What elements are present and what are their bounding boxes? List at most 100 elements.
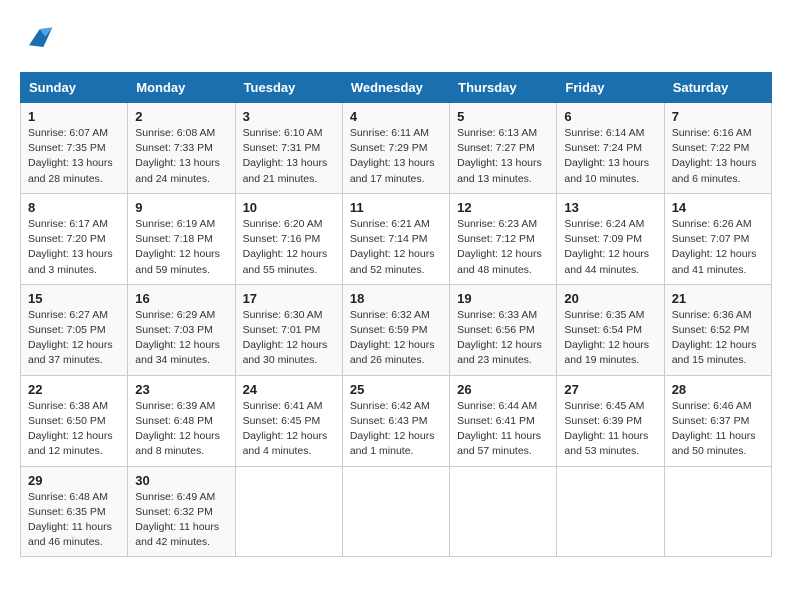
col-monday: Monday — [128, 73, 235, 103]
table-row — [342, 466, 449, 557]
day-info: Sunrise: 6:45 AMSunset: 6:39 PMDaylight:… — [564, 400, 648, 458]
table-row: 7 Sunrise: 6:16 AMSunset: 7:22 PMDayligh… — [664, 103, 771, 194]
day-info: Sunrise: 6:20 AMSunset: 7:16 PMDaylight:… — [243, 218, 328, 276]
day-info: Sunrise: 6:44 AMSunset: 6:41 PMDaylight:… — [457, 400, 541, 458]
calendar-week-row: 22 Sunrise: 6:38 AMSunset: 6:50 PMDaylig… — [21, 375, 772, 466]
col-wednesday: Wednesday — [342, 73, 449, 103]
day-number: 19 — [457, 291, 549, 306]
table-row: 3 Sunrise: 6:10 AMSunset: 7:31 PMDayligh… — [235, 103, 342, 194]
table-row: 8 Sunrise: 6:17 AMSunset: 7:20 PMDayligh… — [21, 193, 128, 284]
col-saturday: Saturday — [664, 73, 771, 103]
table-row — [235, 466, 342, 557]
table-row: 16 Sunrise: 6:29 AMSunset: 7:03 PMDaylig… — [128, 284, 235, 375]
day-number: 6 — [564, 109, 656, 124]
calendar-week-row: 29 Sunrise: 6:48 AMSunset: 6:35 PMDaylig… — [21, 466, 772, 557]
calendar-table: Sunday Monday Tuesday Wednesday Thursday… — [20, 72, 772, 557]
day-info: Sunrise: 6:29 AMSunset: 7:03 PMDaylight:… — [135, 309, 220, 367]
day-number: 15 — [28, 291, 120, 306]
day-info: Sunrise: 6:21 AMSunset: 7:14 PMDaylight:… — [350, 218, 435, 276]
day-info: Sunrise: 6:32 AMSunset: 6:59 PMDaylight:… — [350, 309, 435, 367]
day-info: Sunrise: 6:19 AMSunset: 7:18 PMDaylight:… — [135, 218, 220, 276]
table-row: 22 Sunrise: 6:38 AMSunset: 6:50 PMDaylig… — [21, 375, 128, 466]
table-row: 5 Sunrise: 6:13 AMSunset: 7:27 PMDayligh… — [450, 103, 557, 194]
table-row: 24 Sunrise: 6:41 AMSunset: 6:45 PMDaylig… — [235, 375, 342, 466]
table-row: 27 Sunrise: 6:45 AMSunset: 6:39 PMDaylig… — [557, 375, 664, 466]
table-row: 14 Sunrise: 6:26 AMSunset: 7:07 PMDaylig… — [664, 193, 771, 284]
day-info: Sunrise: 6:30 AMSunset: 7:01 PMDaylight:… — [243, 309, 328, 367]
table-row: 25 Sunrise: 6:42 AMSunset: 6:43 PMDaylig… — [342, 375, 449, 466]
day-number: 9 — [135, 200, 227, 215]
day-info: Sunrise: 6:49 AMSunset: 6:32 PMDaylight:… — [135, 491, 219, 549]
day-info: Sunrise: 6:27 AMSunset: 7:05 PMDaylight:… — [28, 309, 113, 367]
day-info: Sunrise: 6:14 AMSunset: 7:24 PMDaylight:… — [564, 127, 649, 185]
day-info: Sunrise: 6:17 AMSunset: 7:20 PMDaylight:… — [28, 218, 113, 276]
table-row: 11 Sunrise: 6:21 AMSunset: 7:14 PMDaylig… — [342, 193, 449, 284]
day-info: Sunrise: 6:42 AMSunset: 6:43 PMDaylight:… — [350, 400, 435, 458]
calendar-week-row: 15 Sunrise: 6:27 AMSunset: 7:05 PMDaylig… — [21, 284, 772, 375]
day-info: Sunrise: 6:48 AMSunset: 6:35 PMDaylight:… — [28, 491, 112, 549]
day-info: Sunrise: 6:46 AMSunset: 6:37 PMDaylight:… — [672, 400, 756, 458]
table-row — [450, 466, 557, 557]
day-number: 1 — [28, 109, 120, 124]
table-row: 30 Sunrise: 6:49 AMSunset: 6:32 PMDaylig… — [128, 466, 235, 557]
table-row — [557, 466, 664, 557]
day-number: 29 — [28, 473, 120, 488]
table-row: 20 Sunrise: 6:35 AMSunset: 6:54 PMDaylig… — [557, 284, 664, 375]
day-number: 3 — [243, 109, 335, 124]
day-info: Sunrise: 6:38 AMSunset: 6:50 PMDaylight:… — [28, 400, 113, 458]
day-info: Sunrise: 6:11 AMSunset: 7:29 PMDaylight:… — [350, 127, 435, 185]
day-number: 22 — [28, 382, 120, 397]
calendar-week-row: 8 Sunrise: 6:17 AMSunset: 7:20 PMDayligh… — [21, 193, 772, 284]
day-info: Sunrise: 6:41 AMSunset: 6:45 PMDaylight:… — [243, 400, 328, 458]
table-row: 21 Sunrise: 6:36 AMSunset: 6:52 PMDaylig… — [664, 284, 771, 375]
table-row: 15 Sunrise: 6:27 AMSunset: 7:05 PMDaylig… — [21, 284, 128, 375]
logo-icon — [20, 20, 56, 56]
day-number: 13 — [564, 200, 656, 215]
table-row: 13 Sunrise: 6:24 AMSunset: 7:09 PMDaylig… — [557, 193, 664, 284]
day-number: 5 — [457, 109, 549, 124]
day-number: 10 — [243, 200, 335, 215]
table-row: 9 Sunrise: 6:19 AMSunset: 7:18 PMDayligh… — [128, 193, 235, 284]
day-number: 11 — [350, 200, 442, 215]
day-number: 23 — [135, 382, 227, 397]
day-number: 17 — [243, 291, 335, 306]
table-row: 19 Sunrise: 6:33 AMSunset: 6:56 PMDaylig… — [450, 284, 557, 375]
table-row: 17 Sunrise: 6:30 AMSunset: 7:01 PMDaylig… — [235, 284, 342, 375]
day-info: Sunrise: 6:39 AMSunset: 6:48 PMDaylight:… — [135, 400, 220, 458]
day-info: Sunrise: 6:35 AMSunset: 6:54 PMDaylight:… — [564, 309, 649, 367]
day-info: Sunrise: 6:33 AMSunset: 6:56 PMDaylight:… — [457, 309, 542, 367]
table-row: 28 Sunrise: 6:46 AMSunset: 6:37 PMDaylig… — [664, 375, 771, 466]
logo — [20, 20, 60, 56]
table-row: 2 Sunrise: 6:08 AMSunset: 7:33 PMDayligh… — [128, 103, 235, 194]
day-info: Sunrise: 6:07 AMSunset: 7:35 PMDaylight:… — [28, 127, 113, 185]
day-number: 7 — [672, 109, 764, 124]
day-info: Sunrise: 6:08 AMSunset: 7:33 PMDaylight:… — [135, 127, 220, 185]
table-row: 10 Sunrise: 6:20 AMSunset: 7:16 PMDaylig… — [235, 193, 342, 284]
day-number: 12 — [457, 200, 549, 215]
day-number: 24 — [243, 382, 335, 397]
table-row: 26 Sunrise: 6:44 AMSunset: 6:41 PMDaylig… — [450, 375, 557, 466]
table-row: 6 Sunrise: 6:14 AMSunset: 7:24 PMDayligh… — [557, 103, 664, 194]
day-number: 26 — [457, 382, 549, 397]
col-sunday: Sunday — [21, 73, 128, 103]
day-number: 30 — [135, 473, 227, 488]
col-thursday: Thursday — [450, 73, 557, 103]
day-number: 2 — [135, 109, 227, 124]
day-info: Sunrise: 6:23 AMSunset: 7:12 PMDaylight:… — [457, 218, 542, 276]
table-row: 23 Sunrise: 6:39 AMSunset: 6:48 PMDaylig… — [128, 375, 235, 466]
day-number: 8 — [28, 200, 120, 215]
day-number: 27 — [564, 382, 656, 397]
day-info: Sunrise: 6:24 AMSunset: 7:09 PMDaylight:… — [564, 218, 649, 276]
table-row: 12 Sunrise: 6:23 AMSunset: 7:12 PMDaylig… — [450, 193, 557, 284]
day-number: 14 — [672, 200, 764, 215]
day-number: 25 — [350, 382, 442, 397]
col-tuesday: Tuesday — [235, 73, 342, 103]
col-friday: Friday — [557, 73, 664, 103]
day-info: Sunrise: 6:16 AMSunset: 7:22 PMDaylight:… — [672, 127, 757, 185]
day-number: 21 — [672, 291, 764, 306]
calendar-week-row: 1 Sunrise: 6:07 AMSunset: 7:35 PMDayligh… — [21, 103, 772, 194]
day-info: Sunrise: 6:36 AMSunset: 6:52 PMDaylight:… — [672, 309, 757, 367]
day-number: 20 — [564, 291, 656, 306]
table-row — [664, 466, 771, 557]
table-row: 18 Sunrise: 6:32 AMSunset: 6:59 PMDaylig… — [342, 284, 449, 375]
